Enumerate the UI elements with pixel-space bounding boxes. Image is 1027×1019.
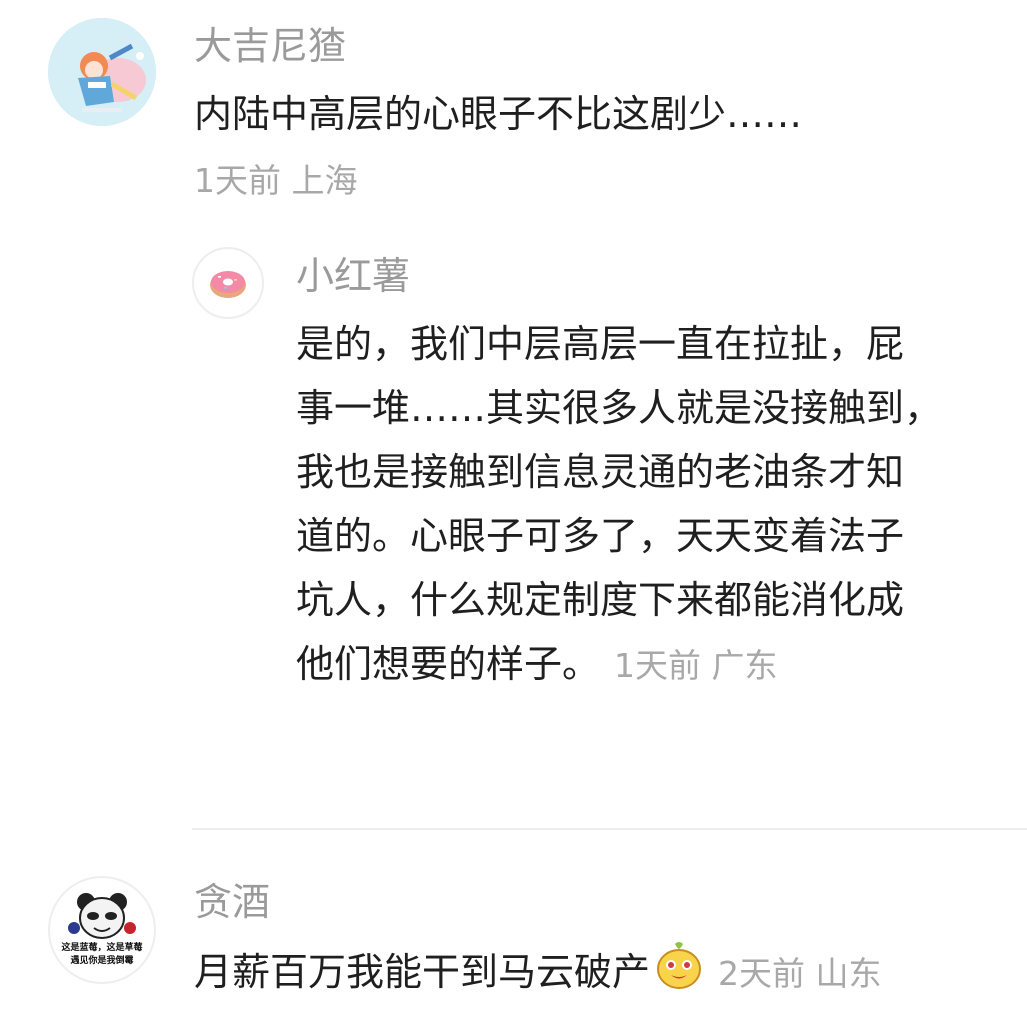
comment-username[interactable]: 大吉尼猹 bbox=[194, 27, 346, 65]
comment-time: 1天前 bbox=[194, 161, 281, 200]
avatar-caption-line: 遇见你是我倒霉 bbox=[70, 956, 134, 966]
comment-meta: 1天前 上海 bbox=[194, 164, 358, 197]
comment-time: 2天前 bbox=[718, 954, 806, 993]
comment-text: 月薪百万我能干到马云破产 bbox=[194, 950, 651, 994]
reply-location: 广东 bbox=[711, 646, 778, 685]
comment-divider bbox=[192, 828, 1027, 830]
avatar-caption: 这是蓝莓，这是草莓 遇见你是我倒霉 bbox=[50, 942, 154, 968]
reply-line: 坑人，什么规定制度下来都能消化成 bbox=[296, 578, 905, 622]
reply-text[interactable]: 是的，我们中层高层一直在拉扯，屁 事一堆……其实很多人就是没接触到， 我也是接触… bbox=[296, 312, 942, 698]
avatar-caption-line: 这是蓝莓，这是草莓 bbox=[61, 943, 143, 953]
reply-line: 我也是接触到信息灵通的老油条才知 bbox=[296, 450, 905, 494]
comment-text-row[interactable]: 月薪百万我能干到马云破产 2天前 山东 bbox=[194, 940, 882, 1009]
reply-line: 道的。心眼子可多了，天天变着法子 bbox=[296, 514, 905, 558]
reply-line: 他们想要的样子。 bbox=[296, 642, 601, 686]
reply-meta: 1天前 广东 bbox=[614, 646, 778, 685]
reply-line: 是的，我们中层高层一直在拉扯，屁 bbox=[296, 322, 905, 366]
cheeky-emoji-icon bbox=[654, 940, 704, 1009]
comment-location: 上海 bbox=[291, 161, 358, 200]
comment-text[interactable]: 内陆中高层的心眼子不比这剧少…… bbox=[194, 82, 802, 146]
reply-time: 1天前 bbox=[614, 646, 702, 685]
avatar[interactable] bbox=[192, 247, 264, 319]
reply-line-last: 他们想要的样子。 1天前 广东 bbox=[296, 632, 942, 698]
avatar[interactable]: 这是蓝莓，这是草莓 遇见你是我倒霉 bbox=[48, 876, 156, 984]
reply-line: 事一堆……其实很多人就是没接触到， bbox=[296, 386, 943, 430]
comment-meta: 2天前 山东 bbox=[718, 954, 882, 993]
avatar[interactable] bbox=[48, 18, 156, 126]
reply-username[interactable]: 小红薯 bbox=[296, 257, 410, 295]
donut-avatar-icon bbox=[210, 271, 246, 298]
comment-username[interactable]: 贪酒 bbox=[194, 883, 270, 921]
anime-girl-avatar-icon bbox=[48, 18, 156, 126]
comment-location: 山东 bbox=[815, 954, 882, 993]
